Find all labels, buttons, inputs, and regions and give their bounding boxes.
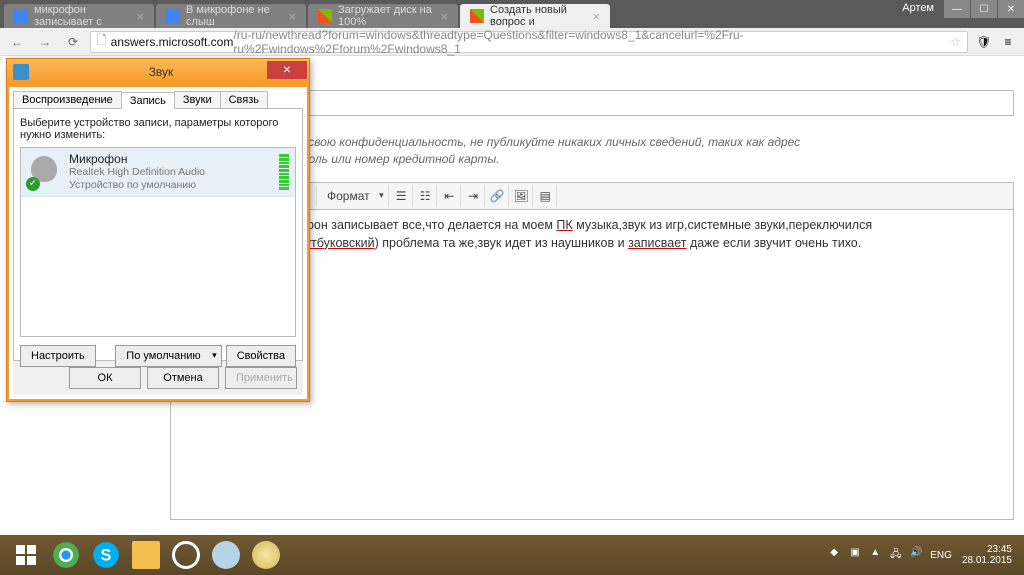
address-bar: ← → ⟳ 🗋 answers.microsoft.com /ru-ru/new… [0,28,1024,56]
tray-clock[interactable]: 23:45 28.01.2015 [956,544,1018,566]
reload-button[interactable]: ⟳ [62,31,84,53]
close-button[interactable]: ✕ [998,0,1024,18]
tray-icon[interactable]: ▲ [870,547,886,563]
indent-button[interactable]: ⇥ [463,185,485,207]
tab-sounds[interactable]: Звуки [174,91,221,108]
maximize-button[interactable]: ☐ [971,0,997,18]
browser-tab[interactable]: В микрофоне не слыш × [156,4,306,28]
app-taskbar-icon[interactable] [206,535,246,575]
properties-button[interactable]: Свойства [226,345,296,367]
paint-taskbar-icon[interactable] [246,535,286,575]
explorer-taskbar-icon[interactable] [126,535,166,575]
device-sub: Realtek High Definition Audio [69,166,279,179]
url-host: answers.microsoft.com [111,35,234,49]
tab-recording[interactable]: Запись [121,92,175,109]
svg-text:S: S [101,546,112,564]
favicon-icon [14,9,28,23]
level-meter-icon [279,154,289,190]
start-button[interactable] [6,535,46,575]
tray-icon[interactable]: ◆ [830,547,846,563]
favicon-icon [470,9,484,23]
chrome-user[interactable]: Артем [902,2,934,14]
tab-strip: микрофон записывает с × В микрофоне не сл… [0,0,1024,28]
image-button[interactable]: 🖼 [511,185,533,207]
tab-communications[interactable]: Связь [220,91,268,108]
device-list[interactable]: Микрофон Realtek High Definition Audio У… [20,147,296,337]
dialog-close-button[interactable]: × [267,61,307,79]
taskbar: S ◆ ▣ ▲ 🖧 🔊 ENG 23:45 28.01.2015 [0,535,1024,575]
tab-label: В микрофоне не слыш [186,4,282,28]
window-controls: — ☐ ✕ [943,0,1024,18]
tab-label: Создать новый вопрос и [490,4,586,28]
tray-icon[interactable]: 🔊 [910,547,926,563]
forward-button[interactable]: → [34,31,56,53]
list-ol-button[interactable]: ☷ [415,185,437,207]
configure-button[interactable]: Настроить [20,345,96,367]
html-button[interactable]: ▤ [535,185,557,207]
outdent-button[interactable]: ⇤ [439,185,461,207]
dialog-instruction: Выберите устройство записи, параметры ко… [20,117,296,141]
tray-icon[interactable]: 🖧 [890,547,906,563]
tab-playback[interactable]: Воспроизведение [13,91,122,108]
device-name: Микрофон [69,152,279,166]
browser-tab[interactable]: Загружает диск на 100% × [308,4,458,28]
extension-icon[interactable]: 🛡 [974,32,994,52]
star-icon[interactable]: ☆ [950,35,961,49]
favicon-icon [166,9,180,23]
list-ul-button[interactable]: ☰ [391,185,413,207]
device-sub: Устройство по умолчанию [69,179,279,192]
system-tray: ◆ ▣ ▲ 🖧 🔊 ENG 23:45 28.01.2015 [830,544,1018,566]
device-item[interactable]: Микрофон Realtek High Definition Audio У… [21,148,295,197]
close-icon[interactable]: × [288,9,296,24]
microphone-icon [27,154,63,190]
url-path: /ru-ru/newthread?forum=windows&threadtyp… [233,28,950,56]
sound-dialog: Звук × Воспроизведение Запись Звуки Связ… [6,58,310,402]
format-dropdown[interactable]: Формат [319,185,389,207]
ok-button[interactable]: ОК [69,367,141,389]
app-taskbar-icon[interactable] [166,535,206,575]
sound-icon [13,64,29,80]
link-button[interactable]: 🔗 [487,185,509,207]
close-icon[interactable]: × [592,9,600,24]
minimize-button[interactable]: — [944,0,970,18]
tray-icon[interactable]: ▣ [850,547,866,563]
url-input[interactable]: 🗋 answers.microsoft.com /ru-ru/newthread… [90,31,968,53]
skype-taskbar-icon[interactable]: S [86,535,126,575]
dialog-titlebar[interactable]: Звук × [7,59,309,85]
tab-label: микрофон записывает с [34,4,130,28]
dialog-tabs: Воспроизведение Запись Звуки Связь [13,91,303,109]
browser-tab[interactable]: Создать новый вопрос и × [460,4,610,28]
chrome-taskbar-icon[interactable] [46,535,86,575]
cancel-button[interactable]: Отмена [147,367,219,389]
apply-button[interactable]: Применить [225,367,297,389]
close-icon[interactable]: × [440,9,448,24]
default-button[interactable]: По умолчанию [115,345,221,367]
back-button[interactable]: ← [6,31,28,53]
favicon-icon [318,9,332,23]
tray-lang[interactable]: ENG [930,550,952,561]
browser-tab[interactable]: микрофон записывает с × [4,4,154,28]
menu-icon[interactable]: ≡ [998,32,1018,52]
close-icon[interactable]: × [136,9,144,24]
tab-label: Загружает диск на 100% [338,4,434,28]
